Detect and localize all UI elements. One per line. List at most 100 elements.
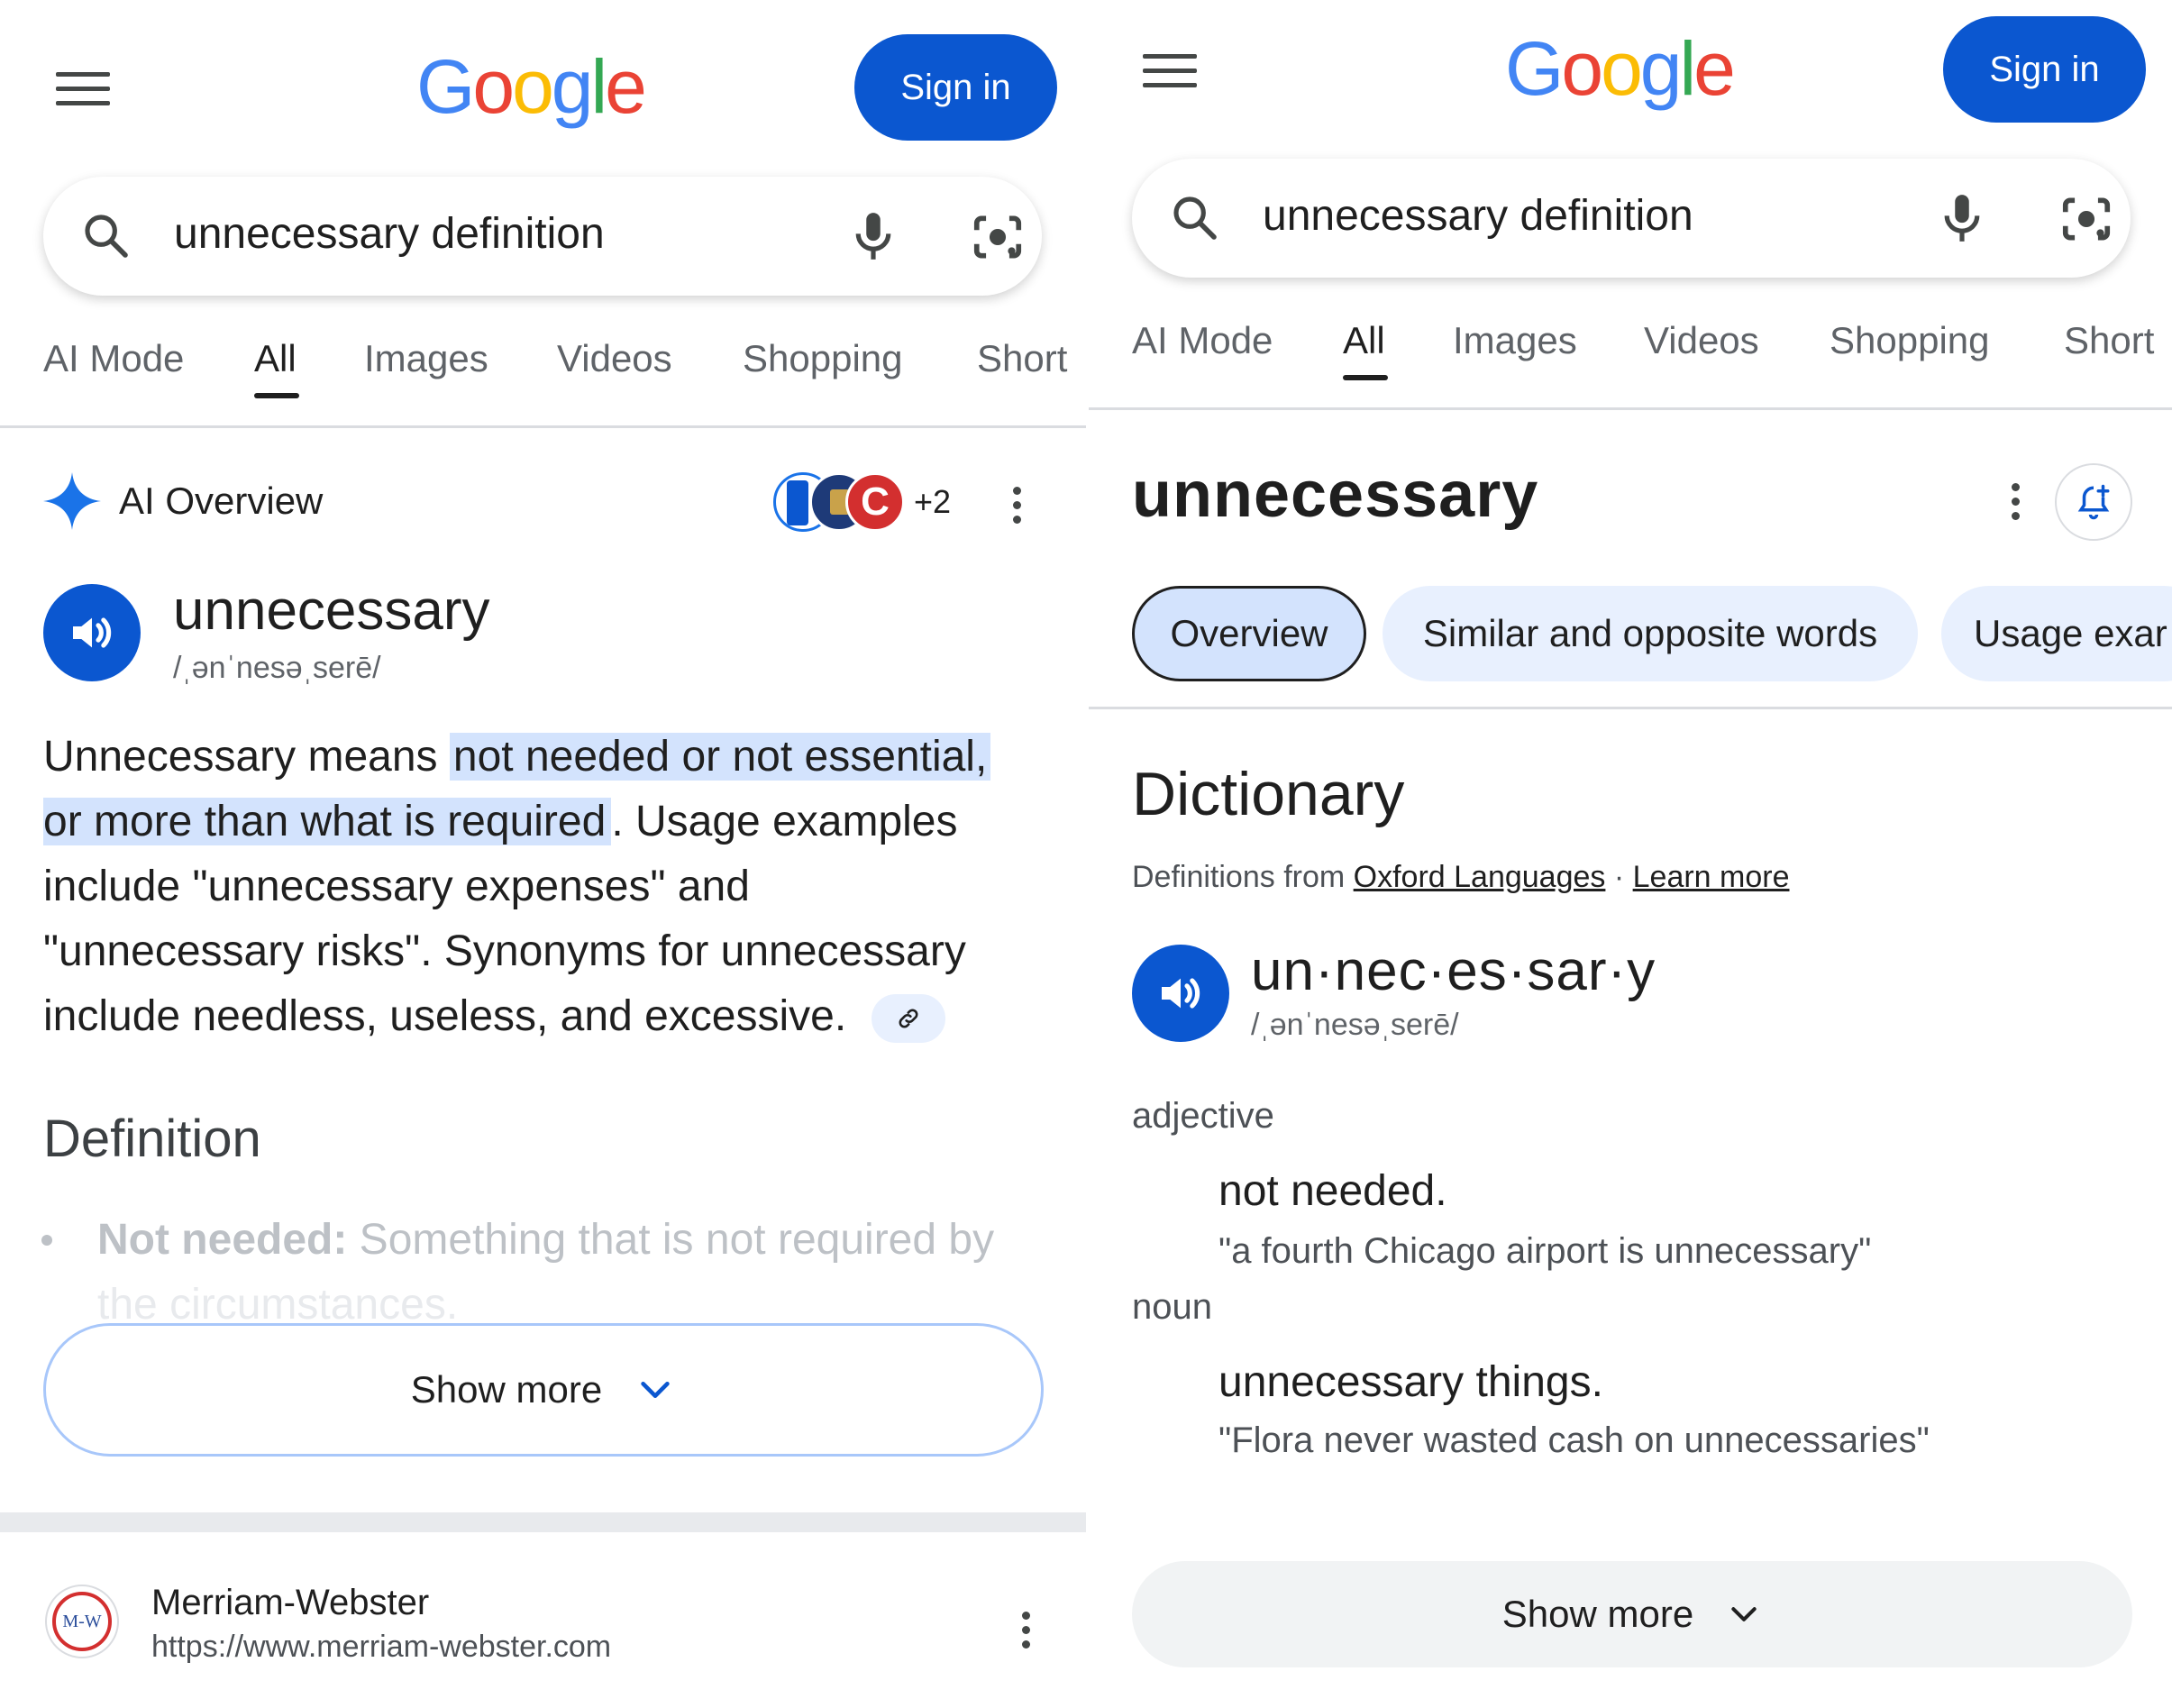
phonetic: /ˌənˈnesəˌserē/ [173, 651, 381, 685]
part-of-speech-adjective: adjective [1132, 1096, 1274, 1136]
overview-line-3: include "unnecessary expenses" and [43, 863, 750, 910]
favicon-text: M-W [52, 1592, 112, 1651]
example-noun: "Flora never wasted cash on unnecessarie… [1218, 1420, 1930, 1460]
overview-line-4: "unnecessary risks". Synonyms for unnece… [43, 927, 966, 975]
definition-heading: Definition [43, 1110, 261, 1168]
follow-button[interactable] [2055, 463, 2132, 541]
chevron-down-icon [641, 1381, 670, 1399]
source-favicons[interactable]: C [773, 472, 908, 532]
pronunciation-speaker-button[interactable] [1132, 945, 1229, 1042]
sign-in-button[interactable]: Sign in [1943, 16, 2146, 123]
chips-divider [1089, 707, 2172, 709]
microphone-icon[interactable] [845, 207, 901, 265]
speaker-icon [73, 617, 112, 648]
entity-title: unnecessary [1132, 459, 1539, 531]
dictionary-source: Definitions from Oxford Languages · Lear… [1132, 860, 1790, 895]
tab-videos[interactable]: Videos [1644, 319, 1759, 362]
search-icon[interactable] [81, 211, 132, 261]
tab-ai-mode[interactable]: AI Mode [43, 337, 184, 380]
definition-noun: unnecessary things. [1218, 1358, 1603, 1406]
microphone-icon[interactable] [1934, 189, 1990, 247]
lens-camera-icon[interactable] [2058, 191, 2114, 247]
show-more-label: Show more [410, 1368, 603, 1411]
overview-text-after: . Usage examples [611, 798, 958, 845]
show-more-label: Show more [1501, 1593, 1694, 1635]
definition-adjective: not needed. [1218, 1167, 1447, 1215]
chip-usage-examples[interactable]: Usage exar [1941, 586, 2172, 681]
overview-highlight-1[interactable]: not needed or not essential, [449, 733, 991, 781]
chip-similar-opposite[interactable]: Similar and opposite words [1383, 586, 1918, 681]
overview-highlight-2[interactable]: or more than what is required [43, 798, 612, 845]
merriam-webster-favicon: M-W [45, 1585, 119, 1658]
search-bar[interactable]: unnecessary definition [43, 177, 1042, 296]
source-separator: · [1605, 860, 1633, 894]
result-site-name[interactable]: Merriam-Webster [151, 1583, 429, 1623]
right-screenshot: Google Sign in unnecessary definition AI… [1089, 0, 2172, 1708]
bell-plus-icon [2077, 484, 2110, 520]
syllabified-headword: un·nec·es·sar·y [1251, 940, 1656, 1002]
google-logo[interactable]: Google [1505, 25, 1736, 113]
search-icon[interactable] [1170, 193, 1220, 243]
tab-videos[interactable]: Videos [557, 337, 672, 380]
definition-text: Something that is not required by [347, 1216, 995, 1264]
search-input[interactable]: unnecessary definition [174, 209, 605, 259]
tabs-divider [1089, 407, 2172, 410]
citation-link-chip[interactable] [871, 994, 945, 1044]
more-options-icon[interactable] [1013, 487, 1024, 526]
show-more-button[interactable]: Show more [43, 1323, 1044, 1457]
sign-in-label: Sign in [900, 67, 1011, 107]
result-more-options-icon[interactable] [1022, 1612, 1033, 1651]
tab-all[interactable]: All [254, 337, 297, 380]
search-bar[interactable]: unnecessary definition [1132, 159, 2131, 278]
lens-camera-icon[interactable] [970, 209, 1026, 265]
sign-in-label: Sign in [1989, 49, 2100, 89]
chip-usage-label: Usage exar [1974, 612, 2167, 654]
tab-images[interactable]: Images [1453, 319, 1577, 362]
definition-item: Not needed: Something that is not requir… [97, 1208, 994, 1338]
pronunciation-speaker-button[interactable] [43, 584, 141, 681]
overview-line-5: include needless, useless, and excessive… [43, 992, 847, 1040]
example-adjective: "a fourth Chicago airport is unnecessary… [1218, 1231, 1872, 1271]
more-sources-count[interactable]: +2 [914, 483, 951, 521]
result-url[interactable]: https://www.merriam-webster.com [151, 1630, 611, 1665]
tab-short-videos[interactable]: Short [977, 337, 1067, 380]
tab-all[interactable]: All [1343, 319, 1385, 362]
menu-icon[interactable] [1143, 54, 1197, 90]
overview-text-start: Unnecessary means [43, 733, 450, 781]
chip-overview[interactable]: Overview [1132, 586, 1366, 681]
chip-similar-label: Similar and opposite words [1422, 612, 1878, 654]
dictionary-heading: Dictionary [1132, 760, 1405, 828]
chevron-down-icon [1731, 1607, 1757, 1621]
oxford-languages-link[interactable]: Oxford Languages [1354, 860, 1606, 894]
part-of-speech-noun: noun [1132, 1287, 1212, 1327]
more-options-icon[interactable] [2012, 483, 2022, 523]
bullet [41, 1235, 52, 1246]
tab-shopping[interactable]: Shopping [743, 337, 903, 380]
ai-overview-title: AI Overview [119, 480, 324, 522]
learn-more-link[interactable]: Learn more [1633, 860, 1790, 894]
left-screenshot: Google Sign in unnecessary definition AI… [0, 0, 1086, 1708]
headword: unnecessary [173, 580, 490, 642]
phonetic: /ˌənˈnesəˌserē/ [1251, 1008, 1459, 1042]
sign-in-button[interactable]: Sign in [854, 34, 1057, 141]
search-input[interactable]: unnecessary definition [1263, 191, 1693, 241]
chip-overview-label: Overview [1170, 612, 1328, 654]
tabs-divider [0, 425, 1086, 428]
active-tab-indicator [254, 393, 299, 398]
link-icon [899, 1009, 917, 1028]
active-tab-indicator [1343, 375, 1388, 380]
tab-short-videos[interactable]: Short [2064, 319, 2154, 362]
tab-images[interactable]: Images [364, 337, 488, 380]
section-separator [0, 1512, 1086, 1532]
google-logo[interactable]: Google [416, 43, 647, 131]
show-more-button[interactable]: Show more [1132, 1561, 2132, 1667]
tab-ai-mode[interactable]: AI Mode [1132, 319, 1273, 362]
menu-icon[interactable] [56, 72, 110, 108]
speaker-icon [1162, 978, 1200, 1009]
ai-overview-text: Unnecessary means not needed or not esse… [43, 725, 1080, 1049]
source-favicon-3: C [845, 472, 905, 532]
ai-sparkle-icon [43, 472, 101, 530]
definition-term: Not needed: [97, 1216, 348, 1264]
tab-shopping[interactable]: Shopping [1830, 319, 1990, 362]
source-prefix: Definitions from [1132, 860, 1354, 894]
